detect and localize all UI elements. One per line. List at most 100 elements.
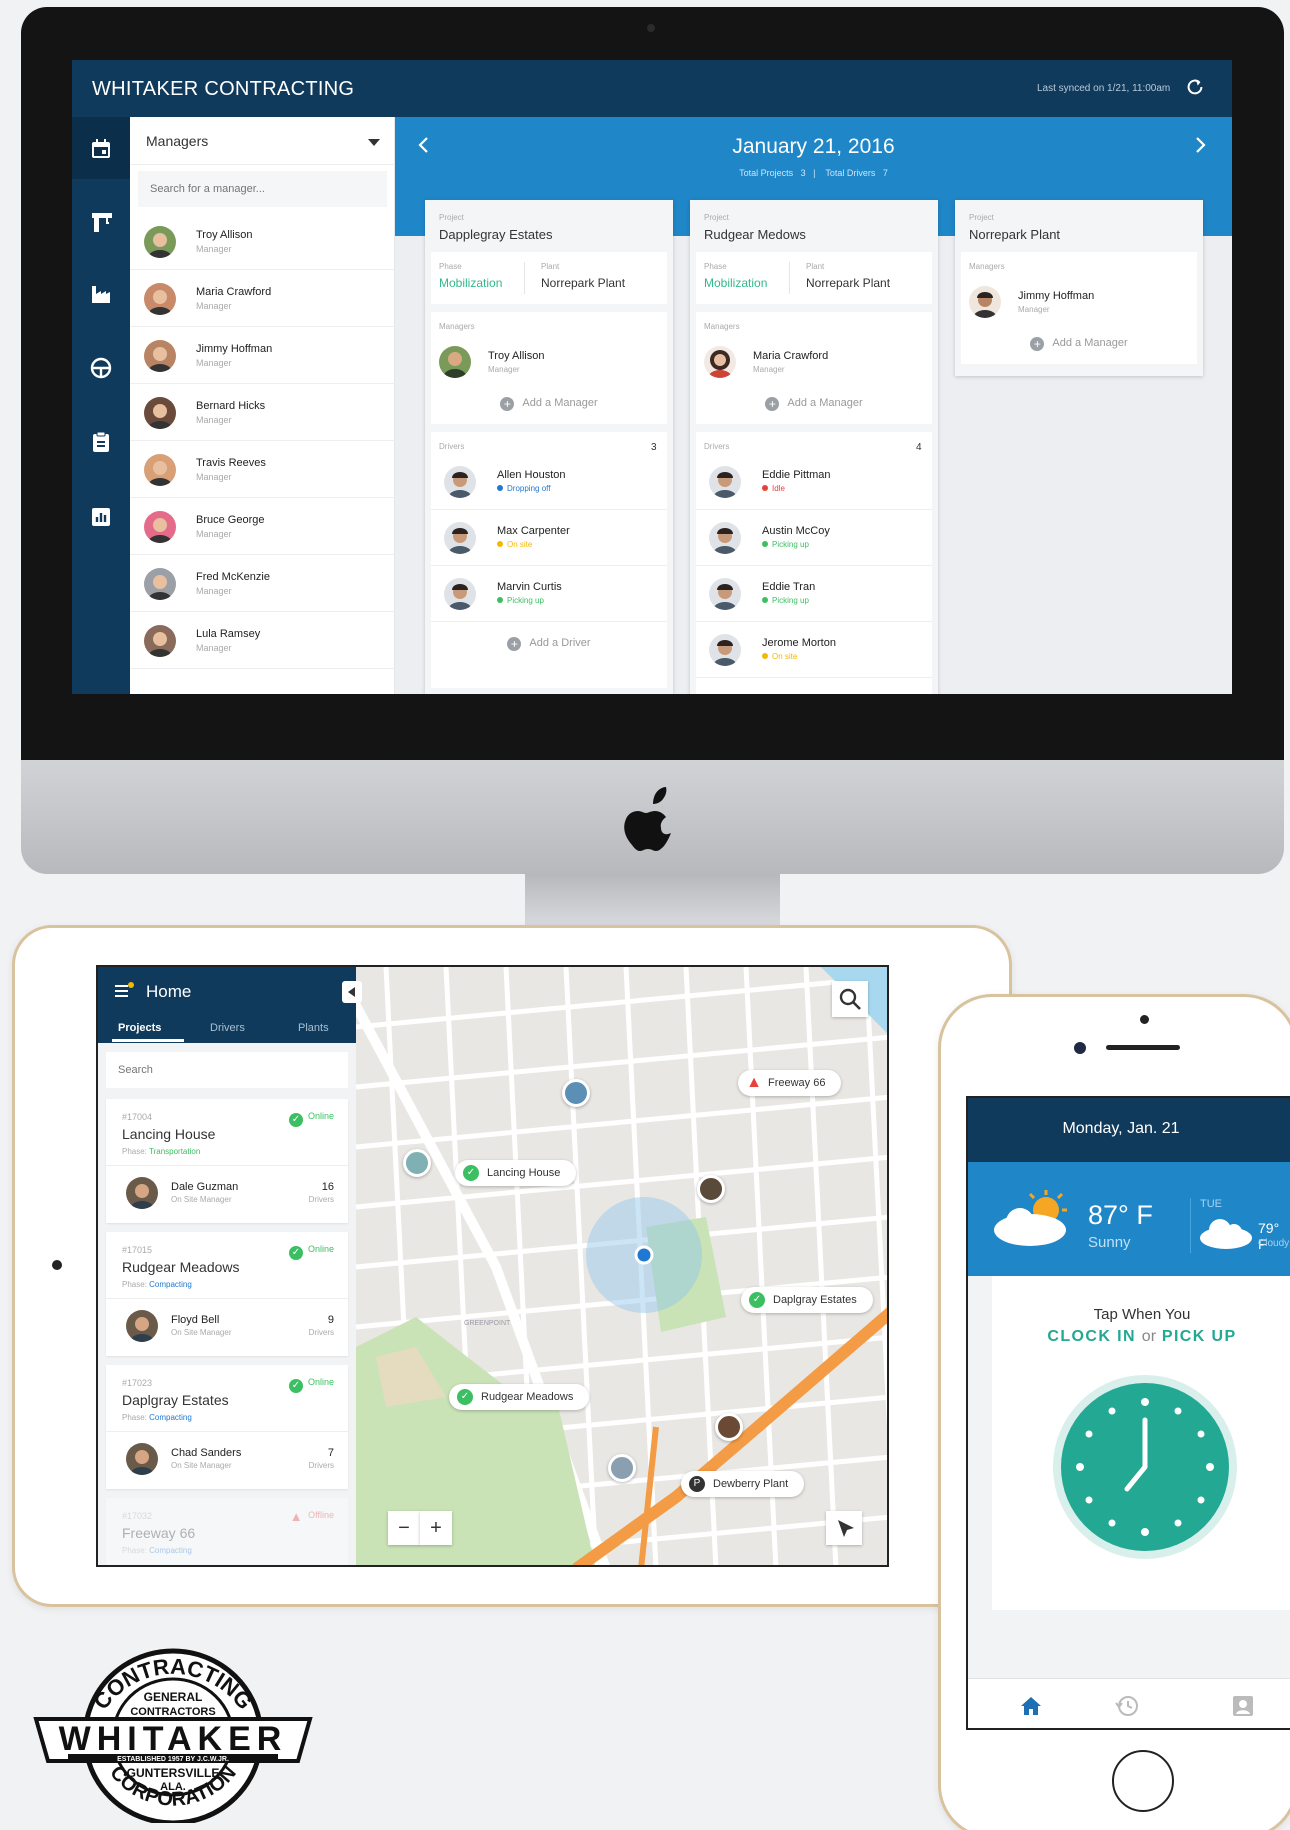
- site-manager-name: Floyd Bell: [171, 1314, 220, 1326]
- add-manager-button[interactable]: + Add a Manager: [961, 337, 1197, 351]
- driver-count-label: Drivers: [308, 1328, 334, 1337]
- status-badge: ✓ Online: [288, 1111, 334, 1127]
- drivers-section: Drivers 4 Eddie Pittman Idle Austin McCo…: [696, 432, 932, 694]
- project-card[interactable]: Project Rudgear Medows Phase Mobilizatio…: [690, 200, 938, 694]
- history-icon[interactable]: [1114, 1693, 1140, 1719]
- managers-dropdown[interactable]: Managers: [146, 133, 208, 149]
- manager-list-item[interactable]: Travis Reeves Manager: [130, 441, 395, 498]
- neighborhood-label: GREENPOINT: [464, 1320, 511, 1327]
- locate-button[interactable]: [826, 1511, 862, 1545]
- drivers-label: Drivers: [439, 442, 465, 451]
- project-label: Project: [969, 213, 994, 222]
- board-totals: Total Projects 3 | Total Drivers 7: [739, 168, 888, 178]
- chart-icon[interactable]: [89, 505, 113, 529]
- plus-circle-icon: +: [765, 397, 780, 411]
- zoom-in-button[interactable]: +: [420, 1511, 452, 1545]
- driver-list-item[interactable]: Marvin Curtis Picking up: [431, 566, 667, 622]
- tab-drivers[interactable]: Drivers: [210, 1022, 245, 1034]
- phone-screen: Monday, Jan. 21 87° F Sunny TUE 79° F Cl…: [966, 1096, 1290, 1730]
- driver-list-item[interactable]: Eddie Pittman Idle: [696, 454, 932, 510]
- clipboard-icon[interactable]: [89, 430, 113, 454]
- site-manager-role: On Site Manager: [171, 1328, 232, 1337]
- menu-icon[interactable]: [114, 982, 134, 1000]
- managers-label: Managers: [704, 322, 740, 331]
- board-date: January 21, 2016: [732, 135, 895, 158]
- tablet-title: Home: [146, 982, 192, 1001]
- profile-icon[interactable]: [1230, 1693, 1256, 1719]
- manager-list-item[interactable]: Bernard Hicks Manager: [130, 384, 395, 441]
- tab-projects[interactable]: Projects: [118, 1022, 161, 1034]
- phone-home-button[interactable]: [1112, 1750, 1174, 1812]
- manager-list-item[interactable]: Troy Allison Manager: [130, 213, 395, 270]
- driver-status: On site: [762, 652, 797, 661]
- site-manager-role: On Site Manager: [171, 1461, 232, 1470]
- plant-icon[interactable]: [89, 282, 113, 306]
- map-pin-dewberry[interactable]: P Dewberry Plant: [681, 1471, 805, 1497]
- manager-list-item[interactable]: Jimmy Hoffman Manager: [130, 327, 395, 384]
- project-search-input[interactable]: [106, 1052, 348, 1088]
- project-label: Project: [704, 213, 729, 222]
- project-card[interactable]: Project Norrepark Plant Managers Jimmy H…: [955, 200, 1203, 376]
- add-manager-button[interactable]: + Add a Manager: [431, 397, 667, 411]
- collapse-sidebar-button[interactable]: [342, 981, 362, 1003]
- steering-wheel-icon[interactable]: [89, 356, 113, 380]
- driver-list-item[interactable]: Eddie Tran Picking up: [696, 566, 932, 622]
- crane-icon[interactable]: [89, 209, 113, 233]
- managers-dropdown-row[interactable]: Managers: [130, 117, 395, 165]
- current-temperature: 87° F: [1088, 1200, 1153, 1230]
- project-list-item[interactable]: #17015 Rudgear Meadows Phase: Compacting…: [106, 1232, 348, 1356]
- driver-map-avatar[interactable]: [608, 1454, 636, 1482]
- project-card[interactable]: Project Dapplegray Estates Phase Mobiliz…: [425, 200, 673, 694]
- project-list-item[interactable]: #17004 Lancing House Phase: Transportati…: [106, 1099, 348, 1223]
- manager-name: Fred McKenzie: [196, 571, 270, 583]
- zoom-out-button[interactable]: −: [388, 1511, 420, 1545]
- project-list-item[interactable]: #17023 Daplgray Estates Phase: Compactin…: [106, 1365, 348, 1489]
- map-pin-freeway[interactable]: ▲ Freeway 66: [738, 1070, 842, 1096]
- divider: [789, 262, 790, 294]
- tablet-screen: Home Projects Drivers Plants #17004 Lanc…: [96, 965, 889, 1567]
- pin-label: Rudgear Meadows: [481, 1391, 574, 1403]
- calendar-icon[interactable]: [89, 137, 113, 161]
- driver-status-label: Picking up: [772, 596, 809, 605]
- add-driver-button[interactable]: + Add a Driver: [431, 637, 667, 651]
- phase-label: Phase:: [122, 1413, 147, 1422]
- map-view[interactable]: GREENPOINT ▲ Freeway 66 ✓ Lancing House ✓ D…: [356, 967, 887, 1565]
- map-pin-daplgray[interactable]: ✓ Daplgray Estates: [741, 1287, 873, 1313]
- avatar: [709, 466, 741, 498]
- driver-list-item[interactable]: Austin McCoy Picking up: [696, 510, 932, 566]
- driver-map-avatar[interactable]: [715, 1413, 743, 1441]
- home-icon[interactable]: [1018, 1693, 1044, 1719]
- driver-list-item[interactable]: Max Carpenter On site: [431, 510, 667, 566]
- tab-plants[interactable]: Plants: [298, 1022, 329, 1034]
- project-list-item[interactable]: #17032 Freeway 66 Phase: Compacting ▲ Off…: [106, 1498, 348, 1565]
- navigation-arrow-icon: [838, 1520, 854, 1537]
- status-badge: ▲ Offline: [289, 1510, 334, 1524]
- phase-plant-section: Phase Mobilization Plant Norrepark Plant: [431, 252, 667, 304]
- phase-value: Compacting: [149, 1413, 192, 1422]
- refresh-icon[interactable]: [1184, 76, 1206, 98]
- driver-list-item[interactable]: Jerome Morton On site: [696, 622, 932, 678]
- map-pin-lancing[interactable]: ✓ Lancing House: [455, 1160, 577, 1186]
- manager-search-input[interactable]: [138, 171, 387, 207]
- driver-status-label: On site: [507, 540, 533, 549]
- driver-name: Eddie Pittman: [762, 469, 831, 481]
- driver-list-item[interactable]: Allen Houston Dropping off: [431, 454, 667, 510]
- project-name: Rudgear Medows: [704, 227, 806, 242]
- map-pin-rudgear[interactable]: ✓ Rudgear Meadows: [449, 1384, 590, 1410]
- managers-section: Managers Troy Allison Manager + Add a Man…: [431, 312, 667, 424]
- caret-down-icon[interactable]: [368, 139, 380, 146]
- manager-name: Maria Crawford: [196, 286, 272, 298]
- manager-list-item[interactable]: Bruce George Manager: [130, 498, 395, 555]
- clock-button-icon[interactable]: [1050, 1372, 1240, 1562]
- manager-list-item[interactable]: Lula Ramsey Manager: [130, 612, 395, 669]
- driver-map-avatar[interactable]: [403, 1149, 431, 1177]
- map-search-button[interactable]: [832, 981, 868, 1017]
- manager-list-item[interactable]: Fred McKenzie Manager: [130, 555, 395, 612]
- driver-map-avatar[interactable]: [562, 1079, 590, 1107]
- driver-map-avatar[interactable]: [697, 1175, 725, 1203]
- add-manager-button[interactable]: + Add a Manager: [696, 397, 932, 411]
- manager-list-item[interactable]: Maria Crawford Manager: [130, 270, 395, 327]
- clock-card[interactable]: Tap When You CLOCK IN or PICK UP: [992, 1276, 1290, 1610]
- plus-circle-icon: +: [1030, 337, 1045, 351]
- manager-name: Jimmy Hoffman: [1018, 290, 1095, 302]
